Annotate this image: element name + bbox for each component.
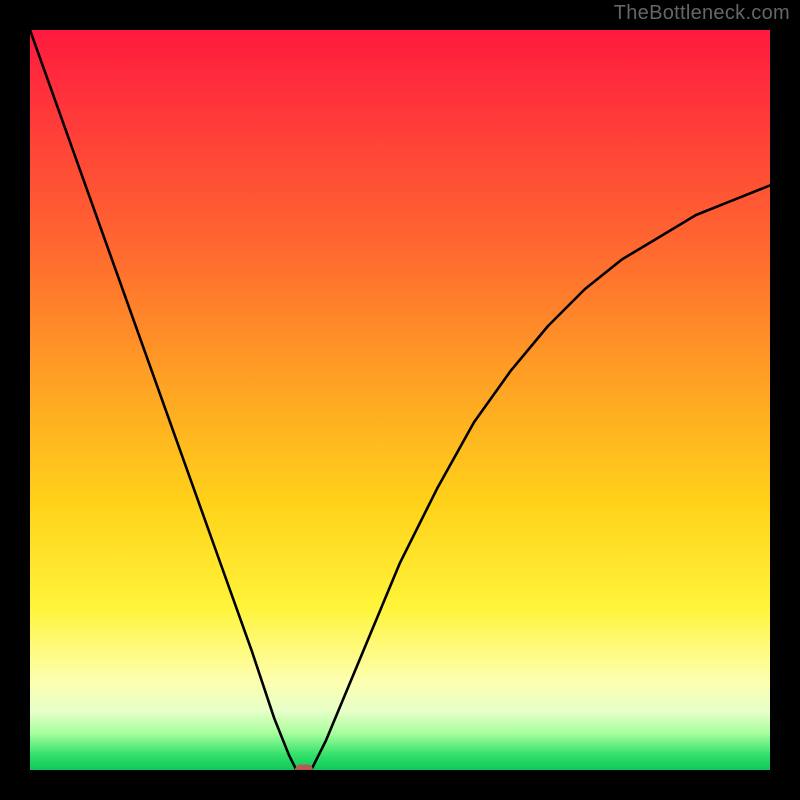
bottleneck-curve — [30, 30, 770, 770]
watermark-text: TheBottleneck.com — [614, 2, 790, 25]
plot-area — [30, 30, 770, 770]
minimum-marker — [295, 765, 313, 771]
curve-svg — [30, 30, 770, 770]
chart-frame: TheBottleneck.com — [0, 0, 800, 800]
